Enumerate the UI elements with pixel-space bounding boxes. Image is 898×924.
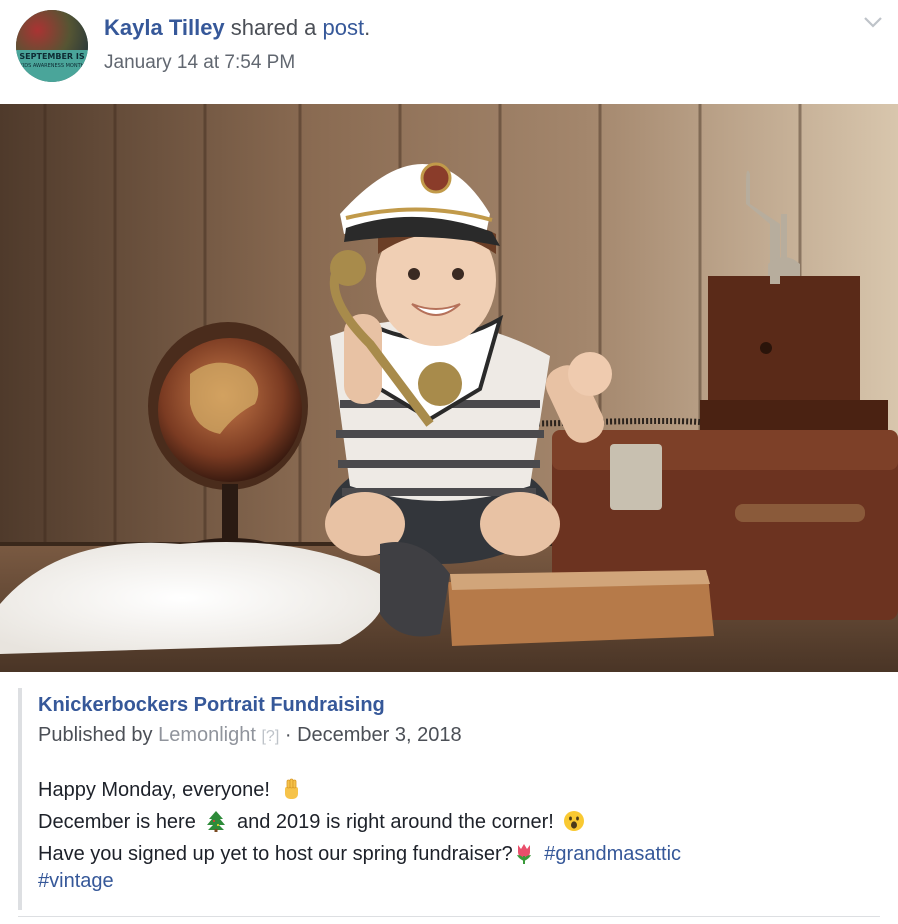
body-line-1: Happy Monday, everyone! xyxy=(38,774,868,806)
hashtag-vintage[interactable]: #vintage xyxy=(38,870,114,892)
body-line-3-text: Have you signed up yet to host our sprin… xyxy=(38,843,513,865)
avatar-text: SEPTEMBER IS xyxy=(19,52,85,61)
body-line-3: Have you signed up yet to host our sprin… xyxy=(38,838,868,870)
body-line-4: #vintage xyxy=(38,868,868,894)
body-line-2b-text: and 2019 is right around the corner! xyxy=(236,811,554,833)
help-marker[interactable]: [?] xyxy=(261,728,279,745)
avatar-subtext: KIDS AWARENESS MONTH xyxy=(19,63,85,69)
published-by-label: Published by xyxy=(38,724,159,746)
body-line-2: December is here and 2019 is right aroun… xyxy=(38,806,868,838)
post-title-line: Kayla Tilley shared a post. xyxy=(104,14,370,42)
post-link[interactable]: post xyxy=(323,15,365,40)
action-text: shared a xyxy=(224,15,323,40)
surprised-face-emoji xyxy=(564,811,585,831)
publisher-link[interactable]: Lemonlight xyxy=(158,724,256,746)
avatar[interactable]: SEPTEMBER IS KIDS AWARENESS MONTH xyxy=(16,10,88,82)
post-header: SEPTEMBER IS KIDS AWARENESS MONTH Kayla … xyxy=(0,0,898,102)
author-link[interactable]: Kayla Tilley xyxy=(104,15,225,40)
divider xyxy=(18,916,880,917)
body-line-2a-text: December is here xyxy=(38,811,196,833)
post-photo[interactable] xyxy=(0,104,898,672)
hashtag-grandmasattic[interactable]: #grandmasattic xyxy=(544,843,681,865)
shared-date[interactable]: December 3, 2018 xyxy=(297,724,462,746)
body-line-1-text: Happy Monday, everyone! xyxy=(38,779,270,801)
chevron-down-icon[interactable] xyxy=(862,14,884,30)
post-timestamp[interactable]: January 14 at 7:54 PM xyxy=(104,52,295,74)
tulip-emoji xyxy=(516,844,531,864)
raised-fist-emoji xyxy=(284,778,298,799)
action-end: . xyxy=(364,15,371,40)
shared-page-name[interactable]: Knickerbockers Portrait Fundraising xyxy=(38,694,385,717)
shared-post-body: Happy Monday, everyone! December is here… xyxy=(38,774,868,894)
christmas-tree-emoji xyxy=(207,811,226,832)
shared-post-quote: Knickerbockers Portrait Fundraising Publ… xyxy=(18,688,884,910)
shared-meta: Published by Lemonlight [?] · December 3… xyxy=(38,724,462,747)
separator: · xyxy=(279,724,298,746)
